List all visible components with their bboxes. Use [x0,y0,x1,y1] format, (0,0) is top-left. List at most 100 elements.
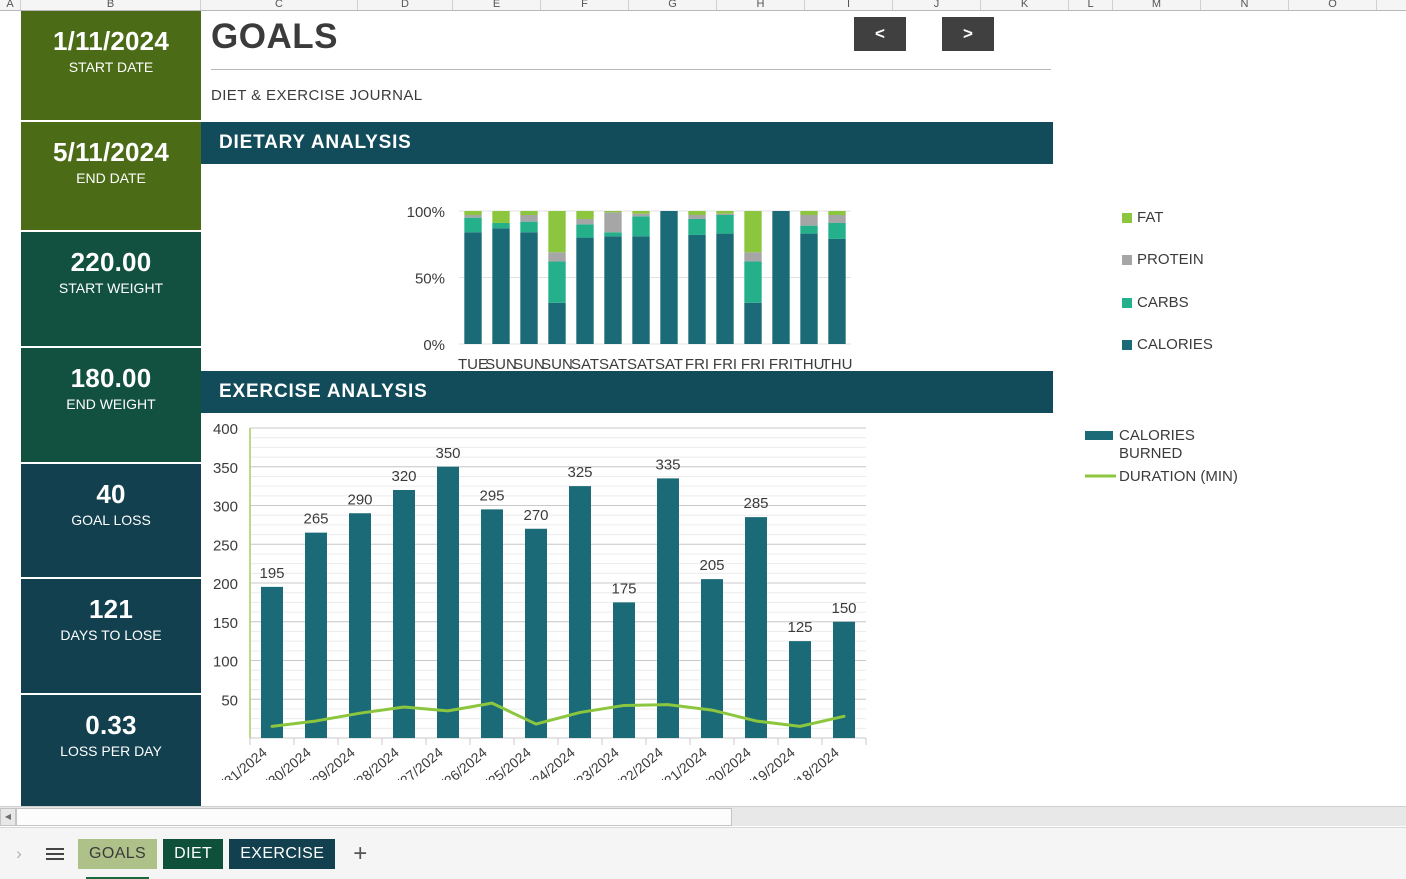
kpi-label: LOSS PER DAY [21,742,201,760]
stacked-bar-segment [548,252,565,261]
kpi-card-goal-loss: 40GOAL LOSS [21,464,201,579]
kpi-card-start-date: 1/11/2024START DATE [21,11,201,122]
bar-value-label: 320 [391,468,416,485]
legend-label: DURATION (MIN) [1119,468,1238,485]
horizontal-scrollbar[interactable]: ◀ [0,806,1406,826]
column-header-p[interactable]: P [1377,0,1406,10]
scrollbar-track[interactable] [16,808,1406,826]
x-tick-label: THU [794,356,825,371]
stacked-bar-segment [492,223,509,228]
column-header-row: ABCDEFGHIJKLMNOP [0,0,1406,11]
stacked-bar-segment [576,224,593,237]
column-header-e[interactable]: E [453,0,541,10]
goals-dashboard: GOALS < > DIET & EXERCISE JOURNAL DIETAR… [201,11,1061,780]
exercise-bar [261,587,283,738]
x-tick-label: 1/27/2024 [388,744,446,780]
column-header-g[interactable]: G [629,0,717,10]
exercise-bar [745,517,767,738]
stacked-bar-segment [576,211,593,219]
stacked-bar-segment [716,211,733,214]
scroll-left-icon[interactable]: ◀ [0,808,16,826]
previous-button[interactable]: < [854,17,906,51]
column-header-b[interactable]: B [21,0,201,10]
exercise-bar [613,602,635,738]
sheet-tab-diet[interactable]: DIET [163,839,223,869]
x-tick-label: SAT [599,356,627,371]
dietary-chart-svg: 0%50%100%TUESUNSUNSUNSATSATSATSATFRIFRIF… [201,164,1261,371]
column-header-f[interactable]: F [541,0,629,10]
column-header-l[interactable]: L [1069,0,1113,10]
x-tick-label: SAT [655,356,683,371]
column-header-c[interactable]: C [201,0,358,10]
stacked-bar-segment [800,226,817,234]
stacked-bar-segment [744,211,761,252]
bar-value-label: 325 [567,464,592,481]
x-tick-label: 1/20/2024 [696,744,754,780]
stacked-bar-segment [744,303,761,344]
page-subtitle: DIET & EXERCISE JOURNAL [201,70,1061,122]
kpi-label: START DATE [21,58,201,76]
stacked-bar-segment [688,219,705,235]
column-header-i[interactable]: I [805,0,893,10]
bar-value-label: 125 [787,619,812,636]
y-tick-label: 250 [213,537,238,554]
kpi-value: 5/11/2024 [21,138,201,168]
stacked-bar-segment [548,303,565,344]
bar-value-label: 175 [611,580,636,597]
kpi-value: 40 [21,480,201,510]
kpi-card-start-weight: 220.00START WEIGHT [21,232,201,348]
exercise-analysis-chart: 501001502002503003504001951/31/20242651/… [201,413,1261,780]
stacked-bar-segment [716,234,733,344]
column-header-n[interactable]: N [1201,0,1289,10]
x-tick-label: 1/28/2024 [344,744,402,780]
bar-value-label: 285 [743,495,768,512]
stacked-bar-segment [716,214,733,215]
next-button[interactable]: > [942,17,994,51]
x-tick-label: 1/29/2024 [300,744,358,780]
y-tick-label: 150 [213,615,238,632]
stacked-bar-segment [632,211,649,214]
sheet-tabs: GOALSDIETEXERCISE [78,839,335,869]
x-tick-label: FRI [685,356,709,371]
kpi-label: DAYS TO LOSE [21,626,201,644]
page-title: GOALS [211,11,1061,63]
add-sheet-button[interactable]: + [345,839,375,869]
column-header-o[interactable]: O [1289,0,1377,10]
column-header-a[interactable]: A [0,0,21,10]
column-header-m[interactable]: M [1113,0,1201,10]
x-tick-label: THU [822,356,853,371]
stacked-bar-segment [632,216,649,236]
exercise-bar [701,579,723,738]
sheet-tab-bar: › GOALSDIETEXERCISE + [0,827,1406,879]
next-sheet-arrow-icon[interactable]: › [6,839,32,869]
stacked-bar-segment [772,211,789,344]
column-header-d[interactable]: D [358,0,453,10]
exercise-analysis-header: EXERCISE ANALYSIS [201,371,1053,413]
hamburger-menu-icon[interactable] [38,839,72,869]
exercise-bar [657,478,679,738]
x-tick-label: 1/18/2024 [784,744,842,780]
column-header-k[interactable]: K [981,0,1069,10]
kpi-value: 1/11/2024 [21,27,201,57]
legend-label: FAT [1137,209,1163,226]
stacked-bar-segment [520,222,537,233]
stacked-bar-segment [800,234,817,344]
stacked-bar-segment [464,211,481,215]
bar-value-label: 265 [303,511,328,528]
stacked-bar-segment [604,236,621,344]
scrollbar-thumb[interactable] [16,808,732,826]
stacked-bar-segment [492,228,509,344]
kpi-value: 180.00 [21,364,201,394]
stacked-bar-segment [828,223,845,239]
exercise-bar [393,490,415,738]
stacked-bar-segment [520,211,537,215]
stacked-bar-segment [548,211,565,252]
column-header-j[interactable]: J [893,0,981,10]
sheet-tab-goals[interactable]: GOALS [78,839,157,869]
y-tick-label: 200 [213,576,238,593]
stacked-bar-segment [464,215,481,218]
column-header-h[interactable]: H [717,0,805,10]
sheet-tab-exercise[interactable]: EXERCISE [229,839,335,869]
x-tick-label: 1/19/2024 [740,744,798,780]
y-tick-label: 400 [213,421,238,438]
